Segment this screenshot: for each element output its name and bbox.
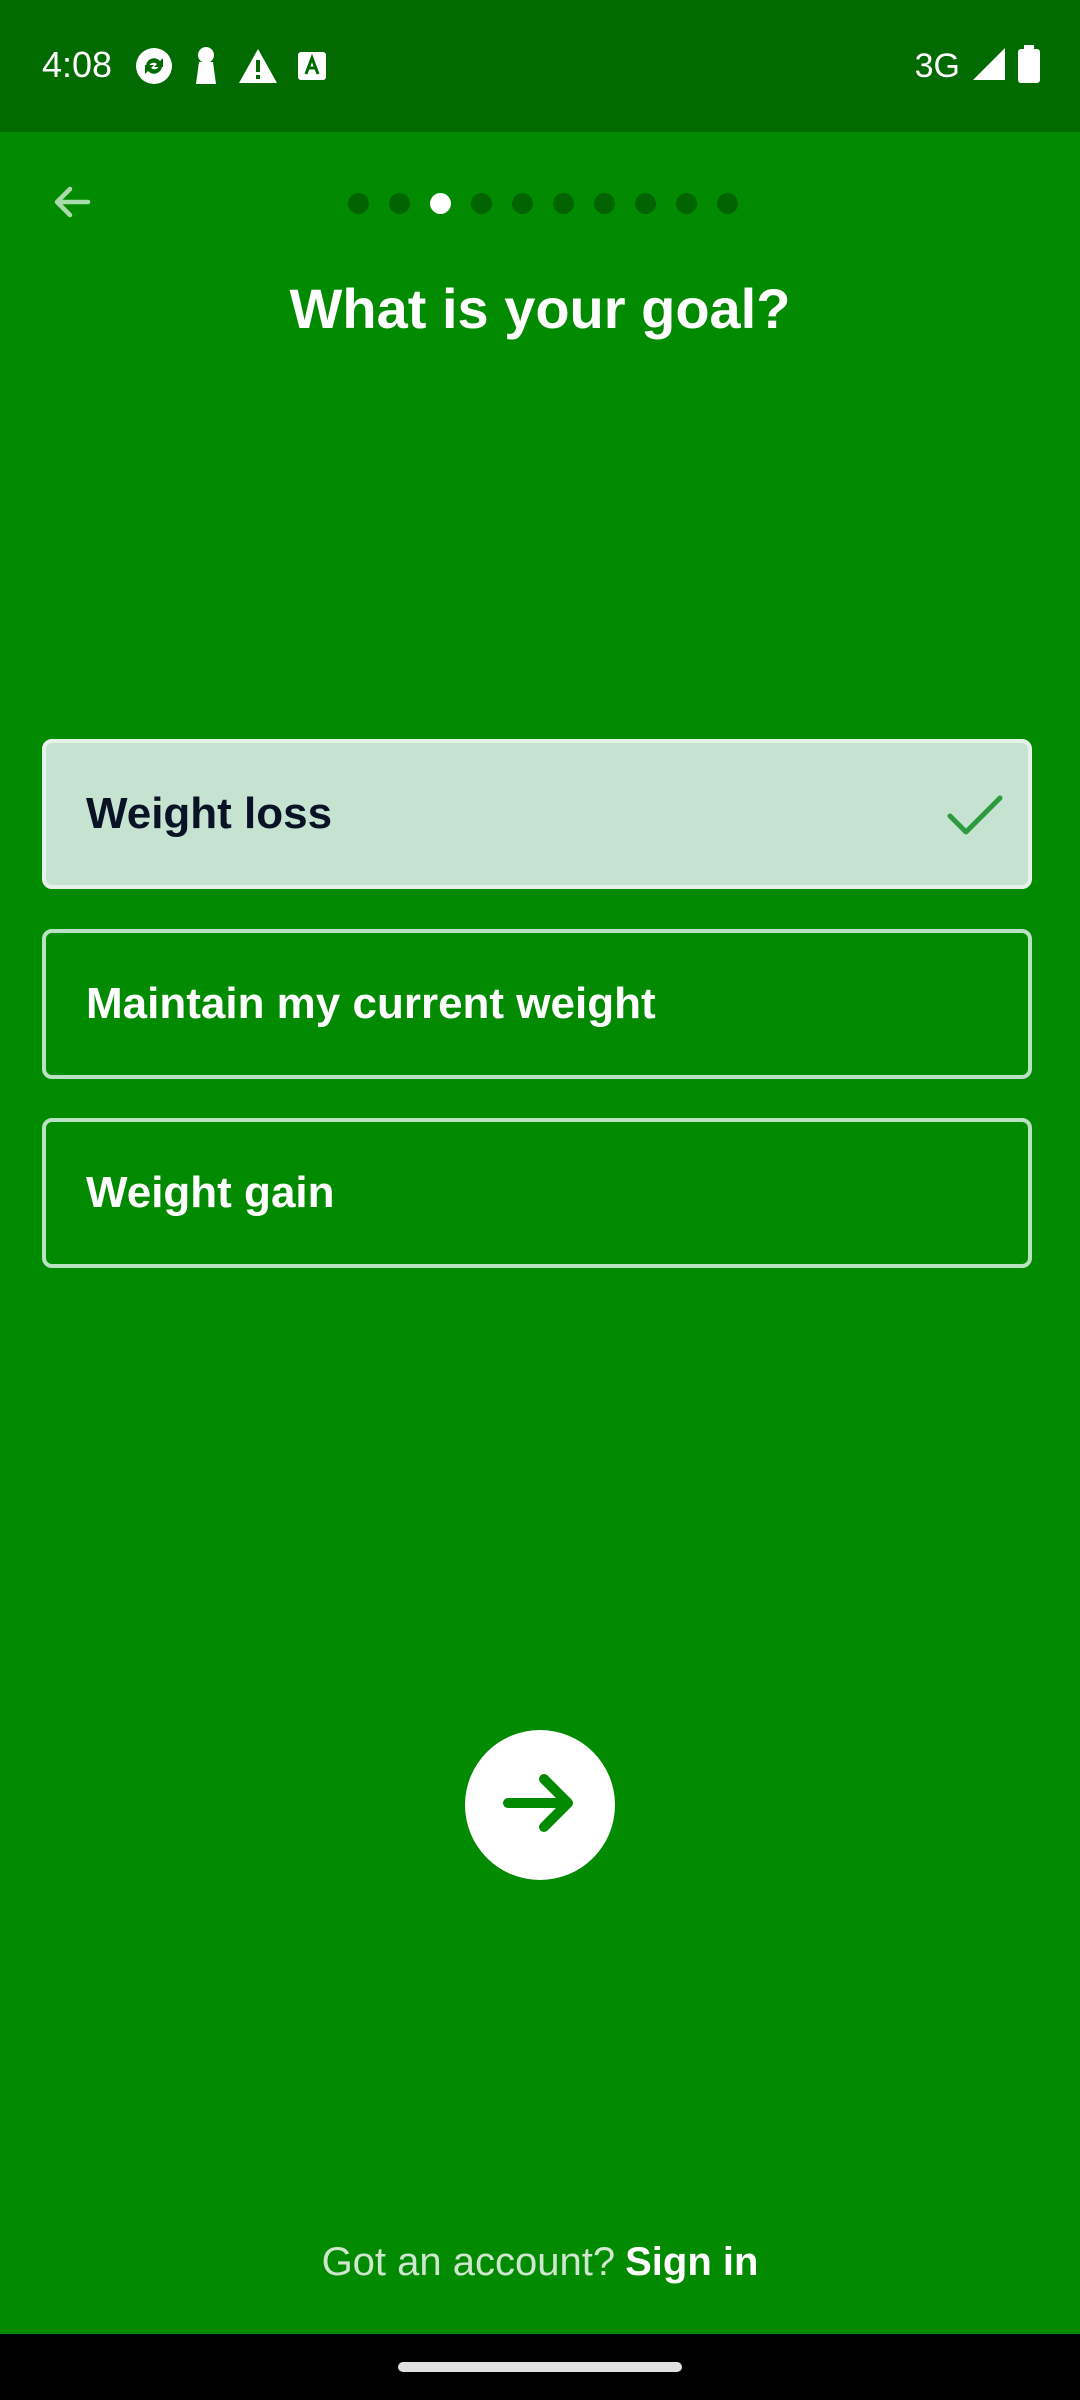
option-weight-loss[interactable]: Weight loss — [42, 739, 1032, 889]
sign-in-link[interactable]: Sign in — [625, 2240, 758, 2284]
notification-icons — [134, 46, 328, 86]
option-label: Weight gain — [86, 1168, 335, 1217]
warning-icon — [238, 48, 278, 84]
font-icon — [296, 50, 328, 82]
progress-dot — [471, 192, 492, 214]
battery-icon — [1018, 44, 1040, 88]
status-time: 4:08 — [42, 44, 113, 85]
progress-dot-active — [430, 192, 451, 214]
progress-dot — [676, 192, 697, 214]
check-icon — [942, 782, 1006, 846]
keyhole-icon — [192, 46, 220, 86]
next-button[interactable] — [465, 1730, 615, 1880]
arrow-right-icon — [498, 1761, 582, 1850]
progress-dot — [389, 192, 410, 214]
option-weight-gain[interactable]: Weight gain — [42, 1118, 1032, 1268]
status-right: 3G — [915, 44, 1040, 88]
option-maintain-weight[interactable]: Maintain my current weight — [42, 929, 1032, 1079]
signin-prompt: Got an account? Sign in — [0, 2240, 1080, 2285]
signal-icon — [972, 47, 1006, 86]
progress-dot — [594, 192, 615, 214]
progress-dot — [348, 192, 369, 214]
network-type: 3G — [914, 46, 960, 85]
option-label: Weight loss — [86, 789, 333, 838]
option-label: Maintain my current weight — [86, 979, 656, 1028]
arrow-left-icon — [48, 178, 96, 231]
home-indicator[interactable] — [398, 2362, 682, 2372]
progress-indicator — [348, 192, 738, 214]
progress-dot — [717, 192, 738, 214]
page-title: What is your goal? — [289, 277, 791, 340]
signin-prompt-text: Got an account? — [321, 2240, 616, 2284]
progress-dot — [553, 192, 574, 214]
sync-icon — [134, 46, 174, 86]
status-bar: 4:08 3G — [0, 0, 1080, 132]
progress-dot — [635, 192, 656, 214]
progress-dot — [512, 192, 533, 214]
back-button[interactable] — [36, 168, 108, 240]
